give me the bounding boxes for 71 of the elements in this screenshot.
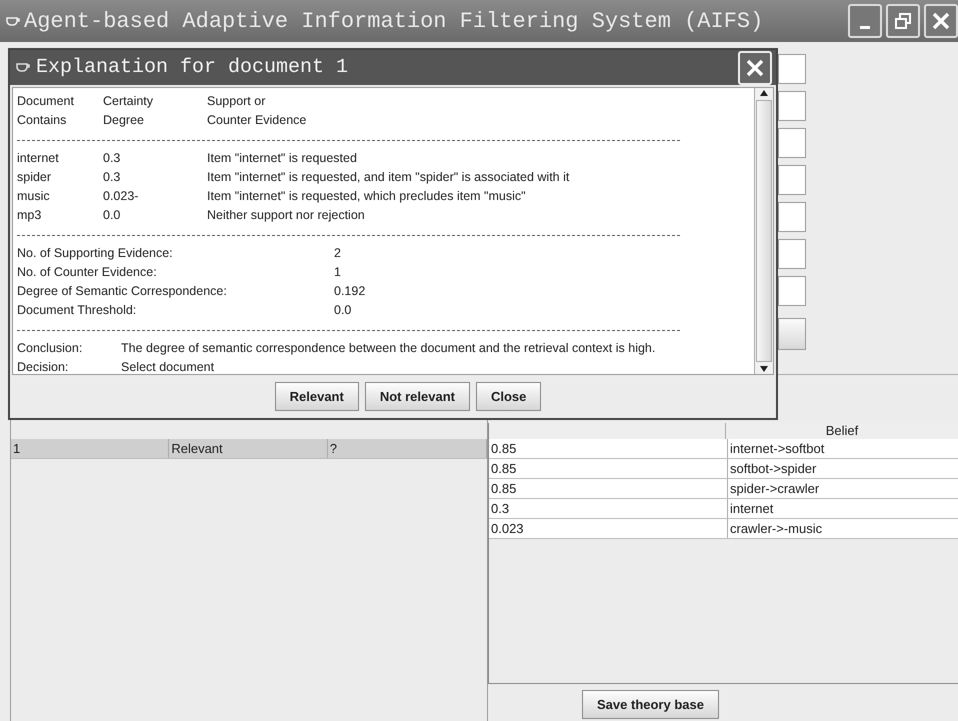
table-cell: internet — [728, 499, 958, 518]
close-icon — [932, 12, 950, 30]
input-field[interactable] — [778, 202, 806, 232]
stat-label: No. of Supporting Evidence: — [17, 245, 174, 262]
window-title: Agent-based Adaptive Information Filtering System (AIFS) — [24, 8, 764, 34]
table-cell: Relevant — [169, 439, 328, 458]
evidence-text: Item "internet" is requested, which precludes item "music" — [207, 188, 527, 205]
scroll-down-icon[interactable] — [759, 364, 769, 374]
stat-value: 0.192 — [334, 283, 366, 300]
summary-text: Select document — [121, 359, 216, 374]
table-cell: internet->softbot — [728, 439, 958, 458]
term-text: internet — [17, 150, 60, 167]
column-header: Degree — [103, 113, 144, 127]
column-header: Contains — [17, 113, 66, 127]
close-button[interactable] — [924, 4, 958, 38]
restore-button[interactable] — [886, 4, 920, 38]
term-text: music — [17, 188, 51, 205]
table-cell: 0.85 — [489, 439, 728, 458]
input-field[interactable] — [778, 239, 806, 269]
table-cell: ? — [328, 439, 488, 458]
evidence-text: Neither support nor rejection — [207, 207, 366, 224]
table-cell: softbot->spider — [728, 459, 958, 478]
input-field[interactable] — [778, 128, 806, 158]
stat-value: 0.0 — [334, 302, 352, 319]
table-cell: 1 — [11, 439, 170, 458]
close-icon — [746, 58, 764, 76]
table-cell: crawler->-music — [728, 519, 958, 538]
certainty-value: 0.3 — [103, 150, 122, 167]
table-row[interactable]: 1 Relevant ? — [11, 439, 487, 459]
stat-value: 1 — [334, 264, 342, 281]
evidence-text: Item "internet" is requested, and item "spider" is associated with it — [207, 169, 570, 186]
column-header: Support or — [207, 94, 266, 108]
term-text: mp3 — [17, 207, 42, 224]
input-field[interactable] — [778, 276, 806, 306]
table-cell: 0.023 — [489, 519, 728, 538]
dialog-button[interactable]: Close — [476, 382, 542, 411]
column-header: Certainty — [103, 94, 154, 108]
stat-label: Degree of Semantic Correspondence: — [17, 283, 228, 300]
term-text: spider — [17, 169, 52, 186]
input-field[interactable] — [778, 165, 806, 195]
restore-icon — [894, 12, 912, 30]
dialog-title: Explanation for document 1 — [36, 56, 350, 79]
summary-label: Conclusion: — [17, 340, 84, 357]
evidence-text: Item "internet" is requested — [207, 150, 358, 167]
certainty-value: 0.023- — [103, 188, 140, 205]
dialog-button[interactable]: Relevant — [274, 382, 359, 411]
close-button[interactable] — [738, 50, 772, 84]
save-theory-base-button[interactable]: Save theory base — [582, 690, 719, 719]
certainty-value: 0.3 — [103, 169, 122, 186]
cup-icon — [6, 16, 20, 26]
scroll-up-icon[interactable] — [759, 88, 769, 98]
table-cell: 0.3 — [489, 499, 728, 518]
minimize-button[interactable] — [848, 4, 882, 38]
stat-value: 2 — [334, 245, 342, 262]
stat-label: No. of Counter Evidence: — [17, 264, 158, 281]
summary-label: Decision: — [17, 359, 70, 374]
stat-label: Document Threshold: — [17, 302, 138, 319]
column-header: Document — [17, 94, 74, 108]
scrollbar-thumb[interactable] — [756, 100, 772, 362]
table-cell: 0.85 — [489, 479, 728, 498]
input-field[interactable] — [778, 91, 806, 121]
column-header: Counter Evidence — [207, 113, 306, 127]
certainty-value: 0.0 — [103, 207, 122, 224]
table-cell: 0.85 — [489, 459, 728, 478]
side-button[interactable] — [778, 318, 806, 350]
cup-icon — [16, 63, 30, 72]
minimize-icon — [860, 26, 870, 28]
table-cell: spider->crawler — [728, 479, 958, 498]
summary-text: The degree of semantic correspondence between the document and the retrieval context is high. — [121, 340, 656, 357]
dialog-button[interactable]: Not relevant — [364, 382, 470, 411]
input-field[interactable] — [778, 54, 806, 84]
